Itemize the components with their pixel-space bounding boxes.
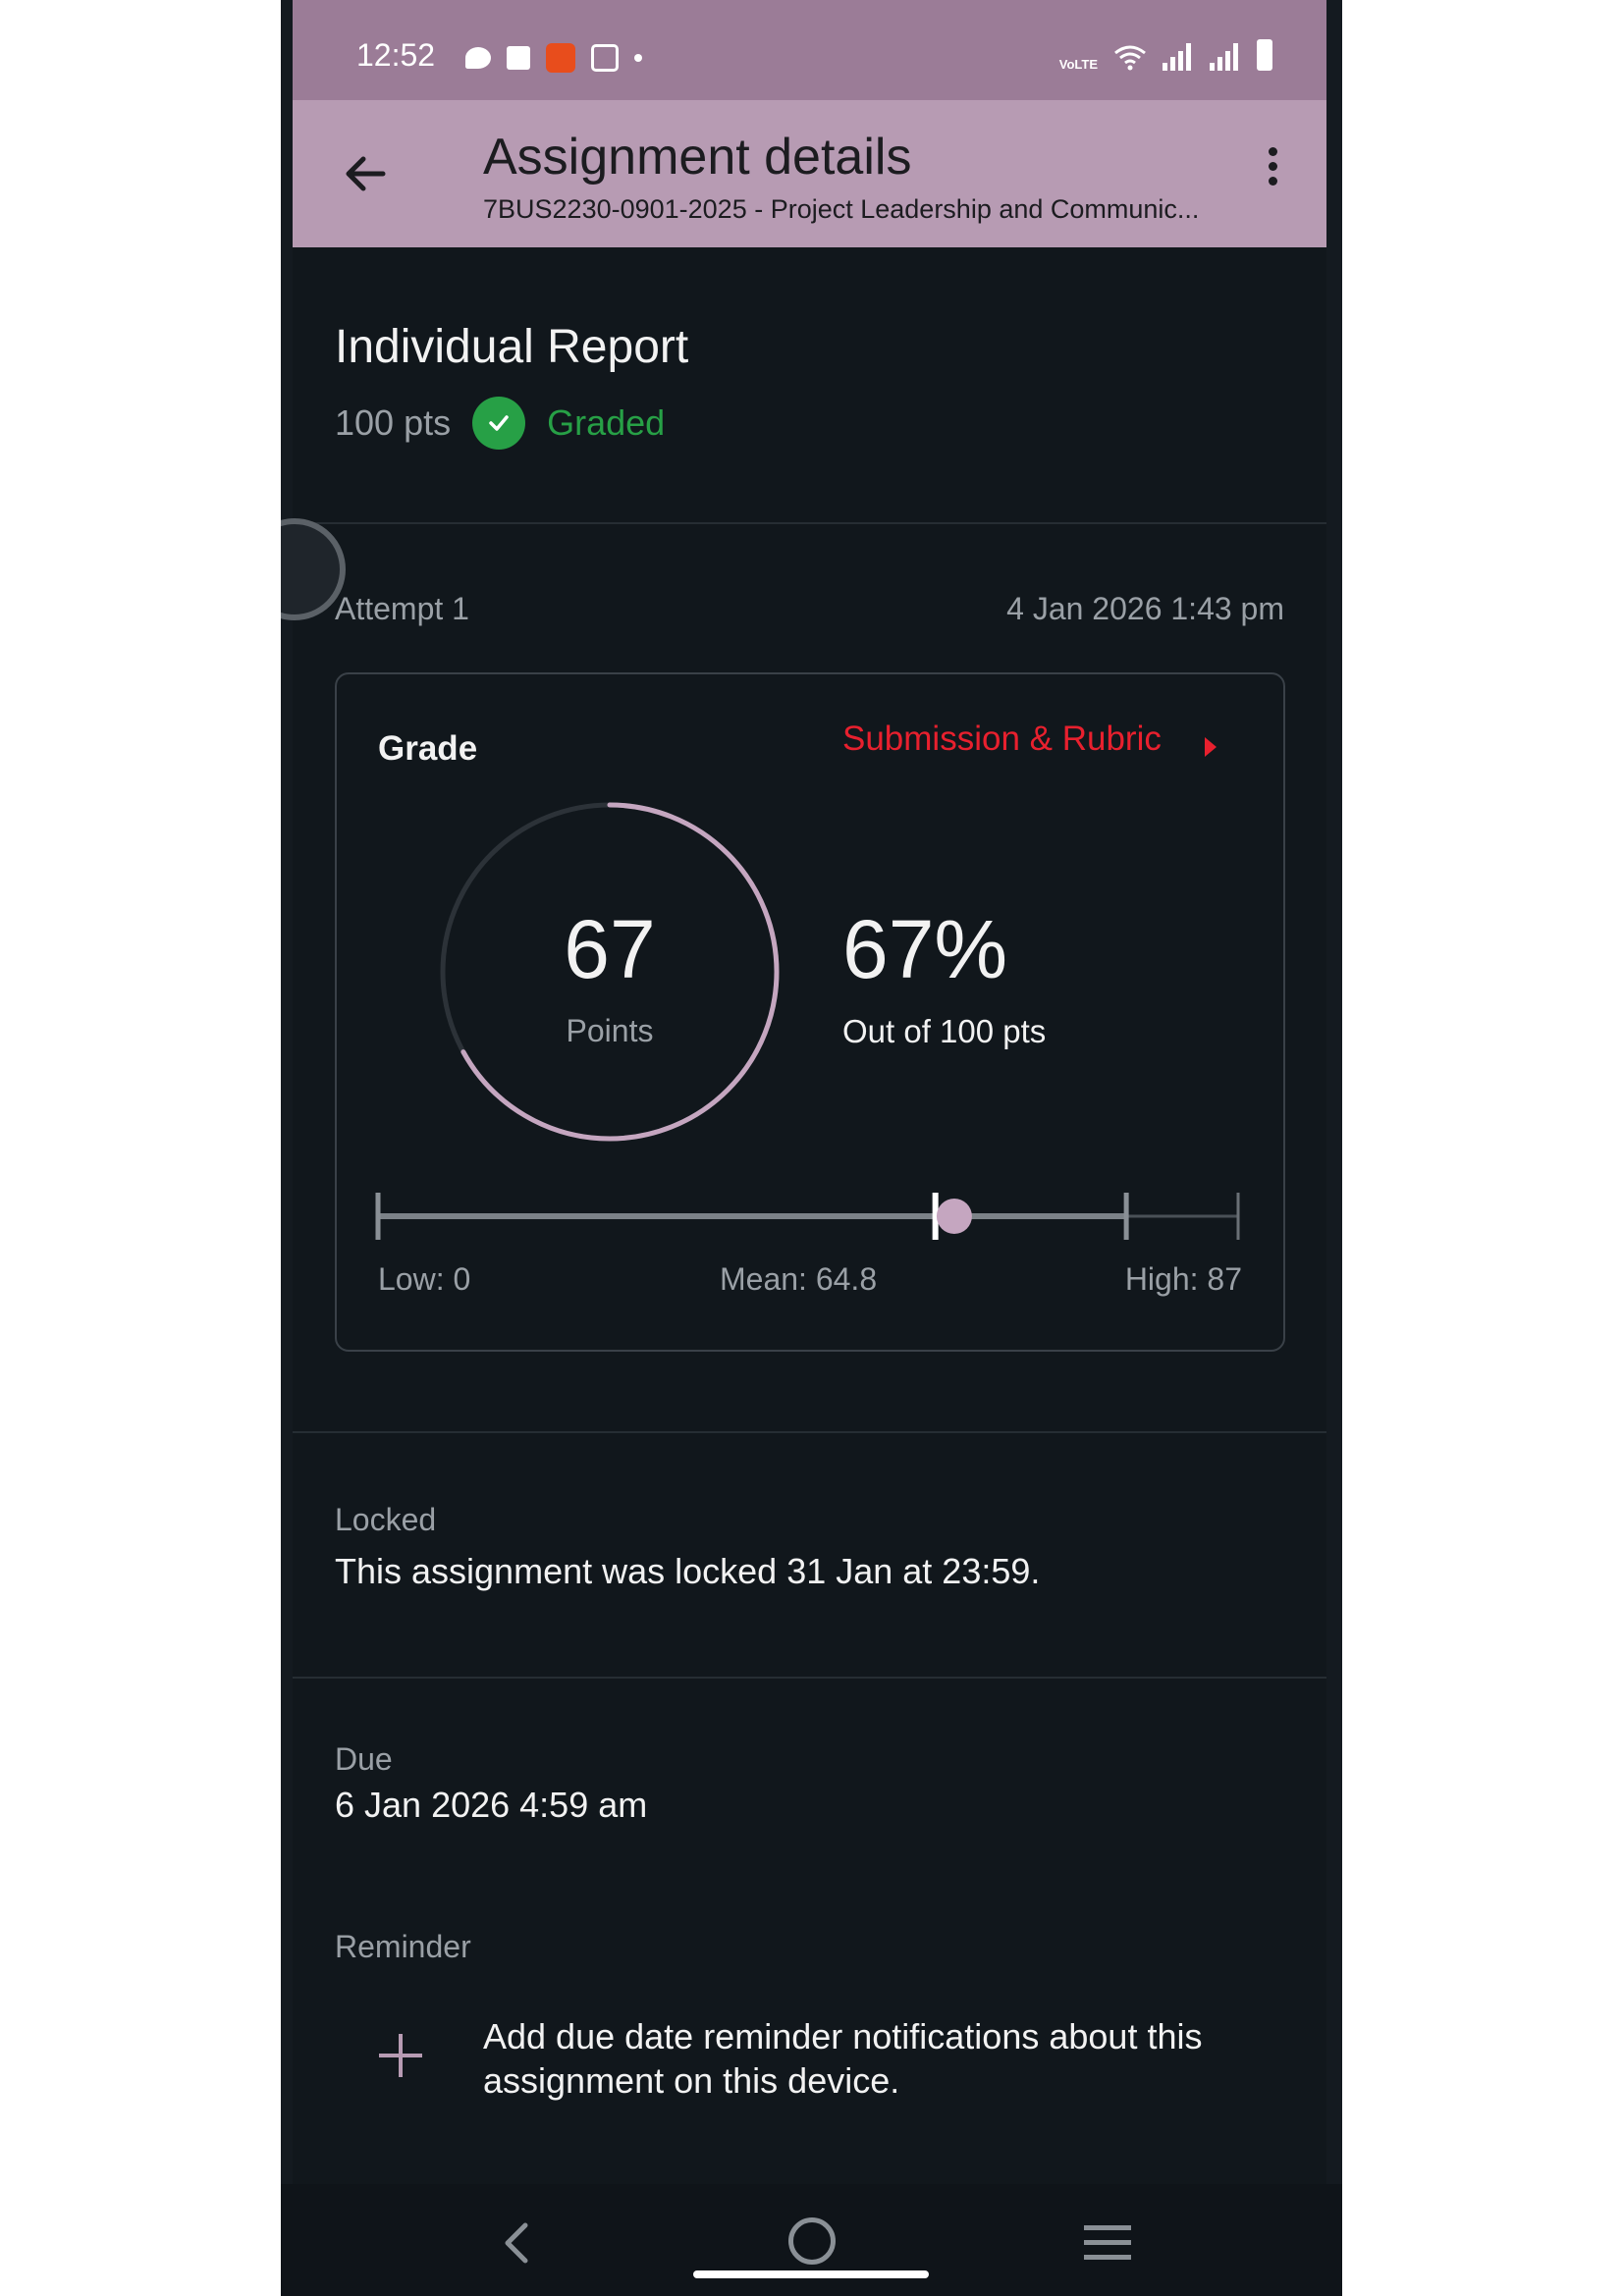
score-out-of: Out of 100 pts bbox=[842, 1013, 1047, 1049]
notification-icons bbox=[465, 43, 642, 73]
score-percent: 67% bbox=[842, 903, 1008, 995]
section-divider bbox=[293, 522, 1326, 524]
system-nav-bar bbox=[281, 2184, 1342, 2296]
assignment-meta: 100 pts Graded bbox=[335, 397, 665, 450]
grade-card: Grade Submission & Rubric 67 Points 67% … bbox=[335, 672, 1285, 1352]
locked-text: This assignment was locked 31 Jan at 23:… bbox=[335, 1551, 1041, 1591]
course-subtitle: 7BUS2230-0901-2025 - Project Leadership … bbox=[483, 194, 1200, 224]
score-points-label: Points bbox=[566, 1013, 654, 1048]
assignment-title: Individual Report bbox=[335, 321, 689, 373]
range-score-marker bbox=[936, 1199, 972, 1234]
range-high-label: High: 87 bbox=[1124, 1261, 1242, 1297]
locked-label: Locked bbox=[335, 1502, 437, 1537]
nav-back-icon[interactable] bbox=[502, 2221, 531, 2265]
grade-distribution-bar bbox=[375, 1193, 1240, 1240]
app-screen: 12:52 VoLTE Assignment details 7BUS2230-… bbox=[281, 0, 1326, 2296]
section-divider bbox=[293, 1431, 1326, 1433]
section-divider bbox=[293, 1677, 1326, 1679]
grade-label: Grade bbox=[378, 729, 478, 768]
nav-recents-icon[interactable] bbox=[1084, 2225, 1131, 2263]
battery-icon bbox=[1257, 39, 1272, 71]
status-bar: 12:52 VoLTE bbox=[293, 0, 1326, 100]
page-title: Assignment details bbox=[483, 129, 912, 186]
message-icon bbox=[465, 47, 491, 69]
signal-icon-2 bbox=[1210, 41, 1241, 71]
app-bar: Assignment details 7BUS2230-0901-2025 - … bbox=[293, 100, 1326, 247]
more-notifications-icon bbox=[634, 54, 642, 62]
attempt-date: 4 Jan 2026 1:43 pm bbox=[1006, 591, 1284, 626]
gallery-icon bbox=[507, 46, 530, 70]
chevron-right-icon[interactable] bbox=[1205, 737, 1217, 757]
nav-home-icon[interactable] bbox=[788, 2217, 836, 2265]
calendar-icon bbox=[591, 44, 619, 72]
app-notification-icon bbox=[546, 43, 575, 73]
add-reminder-icon[interactable] bbox=[379, 2034, 422, 2077]
signal-icon-1 bbox=[1163, 41, 1194, 71]
submission-rubric-link[interactable]: Submission & Rubric bbox=[842, 720, 1162, 759]
wifi-icon bbox=[1114, 45, 1146, 71]
range-low-label: Low: 0 bbox=[378, 1261, 471, 1297]
graded-status: Graded bbox=[547, 402, 666, 443]
back-arrow-icon[interactable] bbox=[332, 139, 401, 208]
score-points: 67 bbox=[564, 903, 656, 995]
phone-frame: 12:52 VoLTE Assignment details 7BUS2230-… bbox=[281, 0, 1342, 2296]
check-circle-icon bbox=[472, 397, 526, 450]
reminder-label: Reminder bbox=[335, 1929, 471, 1964]
home-indicator[interactable] bbox=[693, 2270, 929, 2278]
due-date: 6 Jan 2026 4:59 am bbox=[335, 1785, 648, 1825]
assignment-points: 100 pts bbox=[335, 402, 452, 443]
due-label: Due bbox=[335, 1741, 393, 1777]
system-icons: VoLTE bbox=[1059, 39, 1272, 71]
volte-icon: VoLTE bbox=[1058, 57, 1098, 72]
status-time: 12:52 bbox=[356, 37, 436, 73]
more-options-icon[interactable] bbox=[1258, 143, 1287, 202]
range-mean-label: Mean: 64.8 bbox=[720, 1261, 878, 1297]
add-reminder-text[interactable]: Add due date reminder notifications abou… bbox=[483, 2014, 1249, 2103]
attempt-label: Attempt 1 bbox=[335, 591, 469, 626]
